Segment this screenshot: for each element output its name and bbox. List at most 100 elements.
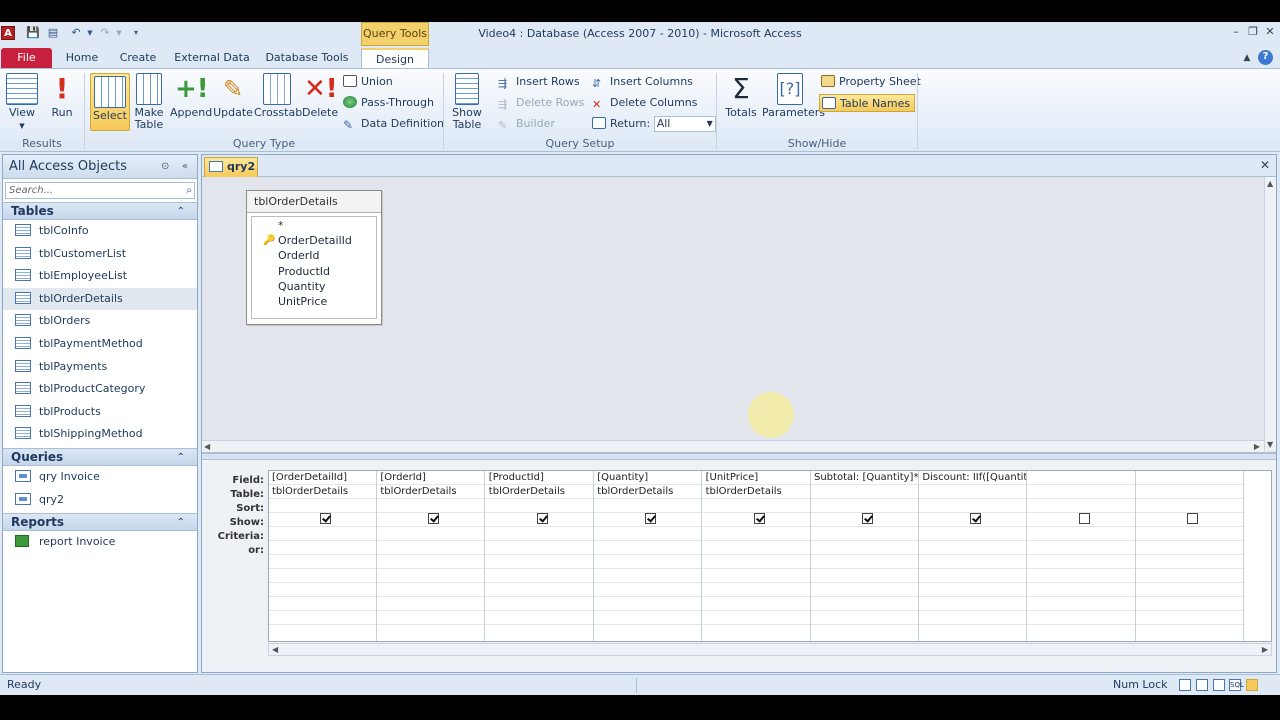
empty-criteria-cell[interactable] xyxy=(485,583,593,597)
scroll-left-icon[interactable]: ◀ xyxy=(204,442,210,451)
empty-criteria-cell[interactable] xyxy=(702,583,810,597)
show-cell[interactable] xyxy=(1027,513,1135,527)
grid-column[interactable]: Discount: IIf([Quantity xyxy=(919,471,1028,641)
empty-criteria-cell[interactable] xyxy=(269,611,376,625)
table-cell[interactable]: tblOrderDetails xyxy=(269,485,376,499)
or-cell[interactable] xyxy=(377,541,485,555)
empty-criteria-cell[interactable] xyxy=(377,555,485,569)
field-item-orderdetailid[interactable]: 🔑 OrderDetailId xyxy=(252,233,376,248)
empty-criteria-cell[interactable] xyxy=(702,555,810,569)
scroll-left-icon[interactable]: ◀ xyxy=(272,645,278,654)
shutter-bar-close-icon[interactable]: « xyxy=(182,155,188,178)
tab-external-data[interactable]: External Data xyxy=(172,48,252,70)
insert-columns-button[interactable]: ⇵ Insert Columns xyxy=(592,73,693,91)
show-cell[interactable] xyxy=(919,513,1027,527)
table-cell[interactable]: tblOrderDetails xyxy=(485,485,593,499)
table-pane-horizontal-scrollbar[interactable]: ◀ ▶ xyxy=(202,440,1264,452)
grid-column[interactable]: [OrderDetailId] tblOrderDetails xyxy=(269,471,377,641)
table-cell[interactable]: tblOrderDetails xyxy=(377,485,485,499)
empty-criteria-cell[interactable] xyxy=(269,569,376,583)
union-button[interactable]: Union xyxy=(343,73,393,91)
run-button[interactable]: ! Run xyxy=(46,73,78,131)
empty-criteria-cell[interactable] xyxy=(269,583,376,597)
field-item-productid[interactable]: ProductId xyxy=(252,264,376,279)
table-cell[interactable] xyxy=(1136,485,1244,499)
nav-item-tblorderdetails[interactable]: tblOrderDetails xyxy=(3,287,197,311)
empty-criteria-cell[interactable] xyxy=(377,583,485,597)
empty-criteria-cell[interactable] xyxy=(811,611,918,625)
or-cell[interactable] xyxy=(594,541,702,555)
nav-menu-dropdown-icon[interactable]: ⊙ xyxy=(161,155,169,178)
pane-splitter[interactable] xyxy=(202,453,1276,460)
or-cell[interactable] xyxy=(269,541,376,555)
return-dropdown[interactable]: All ▼ xyxy=(653,116,716,132)
nav-item-report-invoice[interactable]: report Invoice xyxy=(3,531,197,554)
restore-icon[interactable]: ❐ xyxy=(1246,25,1260,39)
empty-criteria-cell[interactable] xyxy=(919,597,1027,611)
table-names-button[interactable]: Table Names xyxy=(819,94,916,112)
tab-database-tools[interactable]: Database Tools xyxy=(263,48,351,70)
nav-search-box[interactable]: Search... ⌕ xyxy=(5,182,195,199)
nav-item-qry2[interactable]: qry2 xyxy=(3,489,197,512)
insert-rows-button[interactable]: ⇶ Insert Rows xyxy=(498,73,580,91)
grid-column[interactable]: Subtotal: [Quantity]*[ xyxy=(811,471,919,641)
empty-criteria-cell[interactable] xyxy=(377,611,485,625)
empty-criteria-cell[interactable] xyxy=(594,569,702,583)
help-icon[interactable]: ? xyxy=(1258,50,1273,65)
show-cell[interactable] xyxy=(811,513,918,527)
nav-item-tblpayments[interactable]: tblPayments xyxy=(3,356,197,379)
tab-design[interactable]: Design xyxy=(361,48,429,70)
or-cell[interactable] xyxy=(1136,541,1244,555)
tab-create[interactable]: Create xyxy=(116,48,160,70)
empty-criteria-cell[interactable] xyxy=(1136,555,1244,569)
show-cell[interactable] xyxy=(269,513,376,527)
nav-item-tblpaymentmethod[interactable]: tblPaymentMethod xyxy=(3,333,197,356)
criteria-cell[interactable] xyxy=(919,527,1027,541)
empty-criteria-cell[interactable] xyxy=(485,555,593,569)
empty-criteria-cell[interactable] xyxy=(919,611,1027,625)
delete-rows-button[interactable]: ⇶ Delete Rows xyxy=(498,94,584,112)
empty-criteria-cell[interactable] xyxy=(1136,597,1244,611)
pivotchart-view-icon[interactable] xyxy=(1213,679,1225,691)
search-icon[interactable]: ⌕ xyxy=(186,183,192,198)
field-cell[interactable]: Discount: IIf([Quantity xyxy=(919,471,1027,485)
nav-item-tblshippingmethod[interactable]: tblShippingMethod xyxy=(3,423,197,446)
show-table-button[interactable]: Show Table xyxy=(449,73,485,131)
or-cell[interactable] xyxy=(919,541,1027,555)
make-table-button[interactable]: Make Table xyxy=(133,73,165,131)
nav-item-tblorders[interactable]: tblOrders xyxy=(3,310,197,333)
table-cell[interactable]: tblOrderDetails xyxy=(594,485,702,499)
empty-criteria-cell[interactable] xyxy=(377,569,485,583)
field-cell[interactable]: [Quantity] xyxy=(594,471,702,485)
grid-column[interactable]: [OrderId] tblOrderDetails xyxy=(377,471,486,641)
tab-file[interactable]: File xyxy=(1,48,52,70)
empty-criteria-cell[interactable] xyxy=(919,555,1027,569)
sort-cell[interactable] xyxy=(377,499,485,513)
datasheet-view-icon[interactable] xyxy=(1179,679,1191,691)
empty-criteria-cell[interactable] xyxy=(811,583,918,597)
update-button[interactable]: ✎ Update xyxy=(213,73,253,131)
empty-criteria-cell[interactable] xyxy=(811,555,918,569)
show-checkbox[interactable] xyxy=(862,513,873,524)
sort-cell[interactable] xyxy=(702,499,810,513)
show-cell[interactable] xyxy=(485,513,593,527)
grid-column[interactable]: [UnitPrice] tblOrderDetails xyxy=(702,471,811,641)
empty-criteria-cell[interactable] xyxy=(594,583,702,597)
empty-criteria-cell[interactable] xyxy=(269,555,376,569)
field-item-unitprice[interactable]: UnitPrice xyxy=(252,294,376,309)
minimize-icon[interactable]: – xyxy=(1229,25,1243,39)
show-checkbox[interactable] xyxy=(320,513,331,524)
empty-criteria-cell[interactable] xyxy=(1027,569,1135,583)
field-cell[interactable]: [OrderId] xyxy=(377,471,485,485)
view-button[interactable]: View ▼ xyxy=(4,73,40,131)
table-pane-vertical-scrollbar[interactable]: ▲ ▼ xyxy=(1264,177,1276,451)
criteria-cell[interactable] xyxy=(1136,527,1244,541)
grid-column[interactable]: [ProductId] tblOrderDetails xyxy=(485,471,594,641)
criteria-cell[interactable] xyxy=(1027,527,1135,541)
empty-criteria-cell[interactable] xyxy=(811,597,918,611)
show-cell[interactable] xyxy=(1136,513,1244,527)
show-checkbox[interactable] xyxy=(1187,513,1199,524)
empty-criteria-cell[interactable] xyxy=(269,597,376,611)
table-cell[interactable] xyxy=(811,485,918,499)
grid-horizontal-scrollbar[interactable]: ◀ ▶ xyxy=(268,643,1272,656)
